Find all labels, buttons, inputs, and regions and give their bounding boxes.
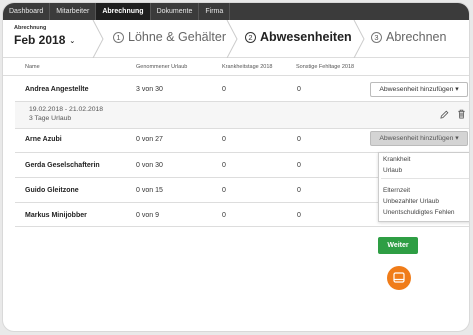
step-separator-icon	[92, 20, 104, 58]
wizard-header: Abrechnung Feb 2018 ⌄ 1 Löhne & Gehälter …	[3, 20, 469, 58]
absence-dates: 19.02.2018 - 21.02.2018	[29, 106, 104, 113]
chat-icon	[393, 272, 405, 283]
add-absence-button[interactable]: Abwesenheit hinzufügen ▾	[370, 82, 468, 97]
sick-days: 0	[222, 162, 226, 169]
sick-days: 0	[222, 187, 226, 194]
sick-days: 0	[222, 86, 226, 93]
nav-tab-mitarbeiter[interactable]: Mitarbeiter	[50, 3, 97, 20]
chat-button[interactable]	[387, 266, 411, 290]
pencil-icon[interactable]	[440, 110, 449, 119]
step-label-abrechnen: Abrechnen	[386, 30, 447, 44]
step-separator-icon	[353, 20, 365, 58]
dropdown-item-krankheit[interactable]: Krankheit	[383, 156, 410, 163]
step-number-3: 3	[371, 31, 382, 43]
dropdown-item-urlaub[interactable]: Urlaub	[383, 167, 402, 174]
vacation-taken: 3 von 30	[136, 86, 163, 93]
step-abwesenheiten[interactable]: 2 Abwesenheiten	[245, 30, 352, 44]
step-label-abwesenheiten: Abwesenheiten	[260, 30, 352, 44]
top-navigation: Dashboard Mitarbeiter Abrechnung Dokumen…	[3, 3, 469, 20]
employee-name[interactable]: Gerda Geselschafterin	[25, 162, 100, 169]
sick-days: 0	[222, 212, 226, 219]
vacation-taken: 0 von 27	[136, 136, 163, 143]
dropdown-item-unentschuldigtes-fehlen[interactable]: Unentschuldigtes Fehlen	[383, 209, 455, 216]
dropdown-divider	[381, 178, 469, 179]
chevron-down-icon: ⌄	[69, 38, 76, 45]
nav-tab-dashboard[interactable]: Dashboard	[3, 3, 51, 20]
vacation-taken: 0 von 30	[136, 162, 163, 169]
nav-tab-firma[interactable]: Firma	[199, 3, 231, 20]
app-window: Dashboard Mitarbeiter Abrechnung Dokumen…	[2, 2, 470, 332]
other-absences: 0	[297, 212, 301, 219]
table-row: Arne Azubi 0 von 27 0 0 Abwesenheit hinz…	[15, 129, 469, 153]
column-header-other: Sonstige Fehltage 2018	[296, 64, 355, 70]
period-label: Abrechnung	[14, 25, 47, 31]
employee-name[interactable]: Arne Azubi	[25, 136, 62, 143]
other-absences: 0	[297, 136, 301, 143]
add-absence-button[interactable]: Abwesenheit hinzufügen ▾	[370, 131, 468, 146]
step-label-loehne: Löhne & Gehälter	[128, 30, 226, 44]
other-absences: 0	[297, 86, 301, 93]
step-number-1: 1	[113, 31, 124, 43]
absence-days: 3 Tage Urlaub	[29, 115, 72, 122]
employee-name[interactable]: Guido Gleitzone	[25, 187, 79, 194]
dropdown-item-unbezahlter-urlaub[interactable]: Unbezahlter Urlaub	[383, 198, 439, 205]
employee-name[interactable]: Markus Minijobber	[25, 212, 87, 219]
sick-days: 0	[222, 136, 226, 143]
step-separator-icon	[226, 20, 238, 58]
period-selector[interactable]: Feb 2018 ⌄	[14, 33, 75, 47]
trash-icon[interactable]	[457, 109, 466, 119]
table-row: Andrea Angestellte 3 von 30 0 0 Abwesenh…	[15, 77, 469, 102]
column-header-sick: Krankheitstage 2018	[222, 64, 273, 70]
vacation-taken: 0 von 15	[136, 187, 163, 194]
column-header-name: Name	[25, 64, 40, 70]
absence-type-dropdown: Krankheit Urlaub Elternzeit Unbezahlter …	[378, 152, 469, 222]
step-number-2: 2	[245, 31, 256, 43]
dropdown-item-elternzeit[interactable]: Elternzeit	[383, 187, 410, 194]
nav-tab-dokumente[interactable]: Dokumente	[151, 3, 200, 20]
column-header-vacation: Genommener Urlaub	[136, 64, 188, 70]
vacation-taken: 0 von 9	[136, 212, 159, 219]
other-absences: 0	[297, 162, 301, 169]
nav-tab-abrechnung[interactable]: Abrechnung	[96, 3, 151, 20]
next-button[interactable]: Weiter	[378, 237, 418, 254]
step-loehne[interactable]: 1 Löhne & Gehälter	[113, 30, 226, 44]
absence-entry: 19.02.2018 - 21.02.2018 3 Tage Urlaub	[15, 102, 469, 129]
period-value: Feb 2018	[14, 33, 66, 47]
other-absences: 0	[297, 187, 301, 194]
table-header: Name Genommener Urlaub Krankheitstage 20…	[3, 60, 469, 76]
employee-name[interactable]: Andrea Angestellte	[25, 86, 89, 93]
step-abrechnen[interactable]: 3 Abrechnen	[371, 30, 446, 44]
